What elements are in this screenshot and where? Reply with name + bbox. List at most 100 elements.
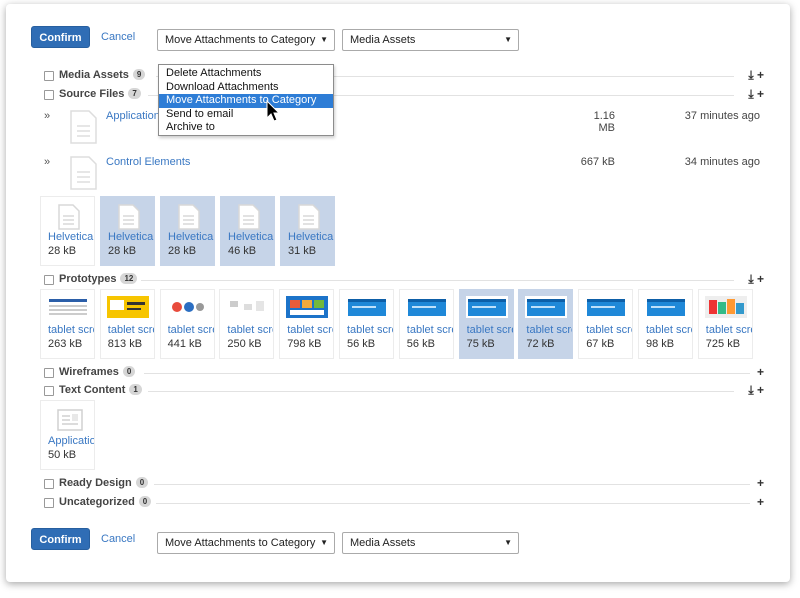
- attachment-tile[interactable]: tablet screen 813 kB: [99, 289, 155, 359]
- file-size: 667 kB: [580, 156, 615, 168]
- attachment-tile[interactable]: tablet screen 98 kB: [638, 289, 693, 359]
- attachment-tile[interactable]: tablet screen 72 kB: [518, 289, 574, 359]
- plus-icon[interactable]: +: [757, 68, 764, 82]
- tile-name: tablet screen: [227, 324, 273, 336]
- mouse-pointer-icon: [266, 100, 281, 122]
- attachment-tile[interactable]: tablet screen 798 kB: [279, 289, 335, 359]
- attachment-tile[interactable]: tablet screen 250 kB: [219, 289, 275, 359]
- plus-icon[interactable]: +: [757, 383, 764, 397]
- list-item[interactable]: » Control Elements 667 kB 34 minutes ago: [40, 154, 760, 198]
- menu-item-move[interactable]: Move Attachments to Category: [159, 94, 333, 108]
- attachment-tile[interactable]: tablet screen 75 kB: [458, 289, 514, 359]
- action-dropdown-menu: Delete Attachments Download Attachments …: [158, 64, 334, 136]
- count-badge: 7: [128, 88, 141, 99]
- double-chevron-icon[interactable]: »: [44, 110, 50, 122]
- category-actions: ⤓ +: [748, 383, 764, 398]
- cancel-link-bottom[interactable]: Cancel: [101, 533, 135, 545]
- action-select[interactable]: Move Attachments to Category ▼: [157, 29, 335, 51]
- double-chevron-icon[interactable]: »: [44, 156, 50, 168]
- download-icon[interactable]: ⤓: [748, 383, 753, 397]
- attachment-tile[interactable]: Helvetica 31 kB: [280, 196, 335, 266]
- category-title: Media Assets 9: [59, 69, 146, 81]
- category-actions: +: [757, 495, 764, 509]
- divider: [144, 373, 750, 374]
- thumbnail-image: [645, 296, 687, 318]
- category-checkbox[interactable]: [44, 498, 54, 508]
- category-title: Text Content 1: [59, 384, 142, 396]
- caret-down-icon: ▼: [320, 538, 328, 547]
- thumbnail-image: [226, 296, 269, 318]
- count-badge: 0: [122, 366, 136, 377]
- document-icon: [118, 204, 140, 230]
- file-time: 34 minutes ago: [684, 156, 760, 168]
- tile-name: Helvetica: [288, 231, 334, 243]
- tile-size: 50 kB: [48, 449, 77, 461]
- download-icon[interactable]: ⤓: [748, 68, 753, 82]
- attachment-tile[interactable]: Helvetica 46 kB: [220, 196, 275, 266]
- tile-size: 725 kB: [705, 338, 741, 350]
- attachment-tile[interactable]: tablet screen 56 kB: [398, 289, 454, 359]
- thumbnail-image: [585, 296, 628, 318]
- category-checkbox[interactable]: [44, 386, 54, 396]
- tile-name: tablet screen: [646, 324, 692, 336]
- document-icon: [178, 204, 200, 230]
- file-name[interactable]: Control Elements: [106, 156, 190, 168]
- caret-down-icon: ▼: [504, 35, 512, 44]
- divider: [154, 484, 750, 485]
- thumbnail-image: [465, 296, 508, 318]
- tile-size: 56 kB: [347, 338, 376, 350]
- action-select-bottom[interactable]: Move Attachments to Category ▼: [157, 532, 335, 554]
- tile-size: 28 kB: [48, 245, 77, 257]
- plus-icon[interactable]: +: [757, 476, 764, 490]
- tile-size: 56 kB: [406, 338, 435, 350]
- attachment-tile[interactable]: Application 50 kB: [40, 400, 95, 470]
- category-checkbox[interactable]: [44, 275, 54, 285]
- category-checkbox[interactable]: [44, 90, 54, 100]
- attachment-tile[interactable]: tablet screen 441 kB: [159, 289, 215, 359]
- category-select[interactable]: Media Assets ▼: [342, 29, 519, 51]
- action-select-value: Move Attachments to Category: [165, 34, 316, 46]
- download-icon[interactable]: ⤓: [748, 272, 753, 286]
- category-actions: ⤓ +: [748, 68, 764, 83]
- tile-name: Helvetica: [228, 231, 274, 243]
- tile-size: 28 kB: [108, 245, 137, 257]
- menu-item-download[interactable]: Download Attachments: [159, 81, 333, 95]
- list-item[interactable]: » Application 1.16 MB 37 minutes ago: [40, 108, 760, 152]
- file-name[interactable]: Application: [106, 110, 160, 122]
- tile-name: tablet screen: [167, 324, 214, 336]
- plus-icon[interactable]: +: [757, 87, 764, 101]
- category-prototypes: Prototypes 12 ⤓ +: [44, 272, 764, 288]
- attachment-tile[interactable]: tablet screen 56 kB: [339, 289, 394, 359]
- attachment-tile[interactable]: Helvetica 28 kB: [160, 196, 215, 266]
- menu-item-archive[interactable]: Archive to: [159, 121, 333, 135]
- confirm-button[interactable]: Confirm: [31, 26, 90, 48]
- menu-item-delete[interactable]: Delete Attachments: [159, 67, 333, 81]
- category-checkbox[interactable]: [44, 368, 54, 378]
- plus-icon[interactable]: +: [757, 365, 764, 379]
- category-select-value: Media Assets: [350, 34, 416, 46]
- category-checkbox[interactable]: [44, 479, 54, 489]
- text-document-icon: [57, 409, 83, 431]
- menu-item-send-email[interactable]: Send to email: [159, 108, 333, 122]
- category-checkbox[interactable]: [44, 71, 54, 81]
- attachment-tile[interactable]: Helvetica 28 kB: [40, 196, 95, 266]
- document-icon: [238, 204, 260, 230]
- category-select-bottom[interactable]: Media Assets ▼: [342, 532, 519, 554]
- tile-name: tablet screen: [107, 324, 154, 336]
- plus-icon[interactable]: +: [757, 495, 764, 509]
- plus-icon[interactable]: +: [757, 272, 764, 286]
- caret-down-icon: ▼: [504, 538, 512, 547]
- count-badge: 0: [135, 477, 149, 488]
- tile-name: tablet screen: [526, 324, 572, 336]
- attachment-tile[interactable]: Helvetica 28 kB: [100, 196, 155, 266]
- thumbnail-image: [106, 296, 149, 318]
- download-icon[interactable]: ⤓: [748, 87, 753, 101]
- cancel-link[interactable]: Cancel: [101, 31, 135, 43]
- tile-size: 72 kB: [526, 338, 555, 350]
- count-badge: 12: [120, 273, 138, 284]
- category-uncategorized: Uncategorized 0 +: [44, 495, 764, 511]
- attachment-tile[interactable]: tablet screen 725 kB: [697, 289, 753, 359]
- attachment-tile[interactable]: tablet screen 263 kB: [40, 289, 95, 359]
- confirm-button-bottom[interactable]: Confirm: [31, 528, 90, 550]
- attachment-tile[interactable]: tablet screen 67 kB: [578, 289, 634, 359]
